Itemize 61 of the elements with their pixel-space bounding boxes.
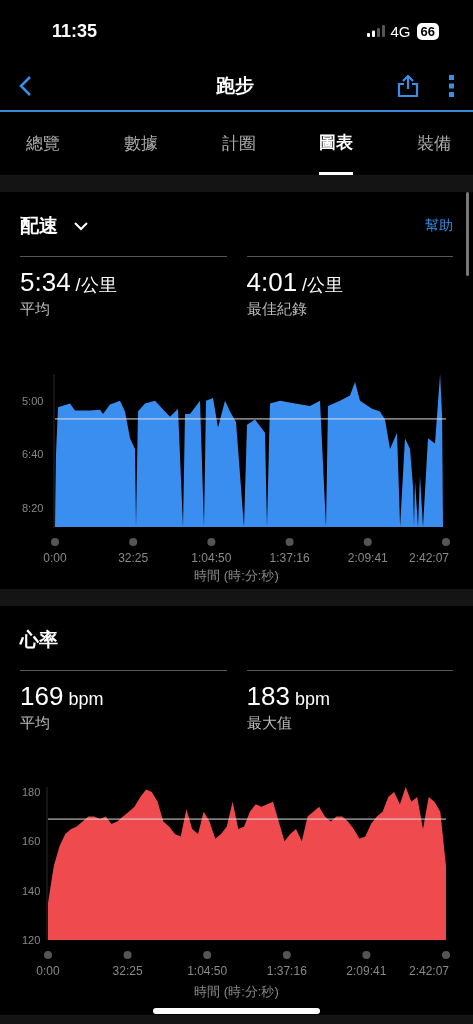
tab[interactable]: 總覽: [26, 112, 60, 175]
stat-unit: /公里: [302, 274, 344, 297]
stat-label: 平均: [20, 300, 51, 319]
help-link[interactable]: 幫助: [425, 217, 453, 235]
section-title: 配速: [20, 214, 58, 238]
battery-indicator: 66: [416, 22, 439, 40]
stat-unit: /公里: [75, 274, 117, 297]
tab[interactable]: 裝備: [417, 112, 451, 175]
axis-tick-label: 5:00: [22, 394, 44, 407]
tab[interactable]: 數據: [123, 112, 158, 175]
axis-tick-label: 180: [22, 785, 41, 798]
stat-value: 5:34: [20, 267, 71, 298]
tick-dot: [129, 538, 138, 546]
share-button[interactable]: [397, 74, 419, 98]
axis-tick-label: 1:04:50: [187, 964, 228, 978]
axis-title: 時間 (時:分:秒): [194, 983, 279, 1001]
axis-tick-label: 140: [22, 884, 41, 897]
axis-tick-label: 8:20: [22, 501, 44, 514]
stat-value: 183: [246, 681, 290, 712]
stat-label: 平均: [20, 714, 51, 733]
tick-dot: [362, 951, 371, 959]
signal-icon: [366, 25, 385, 37]
tick-dot: [285, 538, 294, 546]
axis-tick-label: 1:37:16: [269, 551, 310, 565]
chevron-down-icon[interactable]: [74, 221, 88, 231]
tick-dot: [442, 951, 450, 959]
axis-tick-label: 160: [22, 835, 41, 848]
axis-tick-label: 0:00: [36, 964, 60, 978]
axis-tick-label: 2:42:07: [409, 551, 449, 565]
axis-tick-label: 0:00: [43, 551, 67, 565]
axis-tick-label: 1:04:50: [191, 551, 232, 565]
page-title: 跑步: [214, 74, 255, 98]
section-title: 心率: [20, 628, 58, 652]
stat-value: 4:01: [246, 267, 298, 298]
tick-dot: [207, 538, 216, 546]
network-label: 4G: [390, 22, 411, 40]
back-button[interactable]: [18, 75, 32, 97]
stat-unit: bpm: [294, 689, 330, 710]
axis-tick-label: 32:25: [112, 964, 143, 978]
stat-label: 最佳紀錄: [246, 300, 308, 319]
axis-tick-label: 2:42:07: [409, 964, 449, 978]
stat-label: 最大值: [246, 714, 293, 733]
tick-dot: [282, 951, 291, 959]
tick-dot: [123, 951, 132, 959]
stat-value: 169: [20, 681, 64, 712]
status-time: 11:35: [52, 20, 99, 42]
tab[interactable]: 計圈: [221, 112, 256, 175]
axis-tick-label: 2:09:41: [347, 551, 388, 565]
axis-tick-label: 2:09:41: [346, 964, 387, 978]
tick-dot: [363, 538, 372, 546]
axis-tick-label: 32:25: [118, 551, 149, 565]
tick-dot: [203, 951, 212, 959]
more-button[interactable]: [449, 75, 455, 97]
axis-tick-label: 1:37:16: [266, 964, 307, 978]
axis-tick-label: 6:40: [22, 448, 44, 461]
tick-dot: [442, 538, 450, 546]
tick-dot: [51, 538, 59, 546]
axis-tick-label: 120: [22, 934, 41, 946]
tick-dot: [44, 951, 52, 959]
axis-title: 時間 (時:分:秒): [194, 567, 279, 585]
stat-unit: bpm: [68, 689, 104, 710]
